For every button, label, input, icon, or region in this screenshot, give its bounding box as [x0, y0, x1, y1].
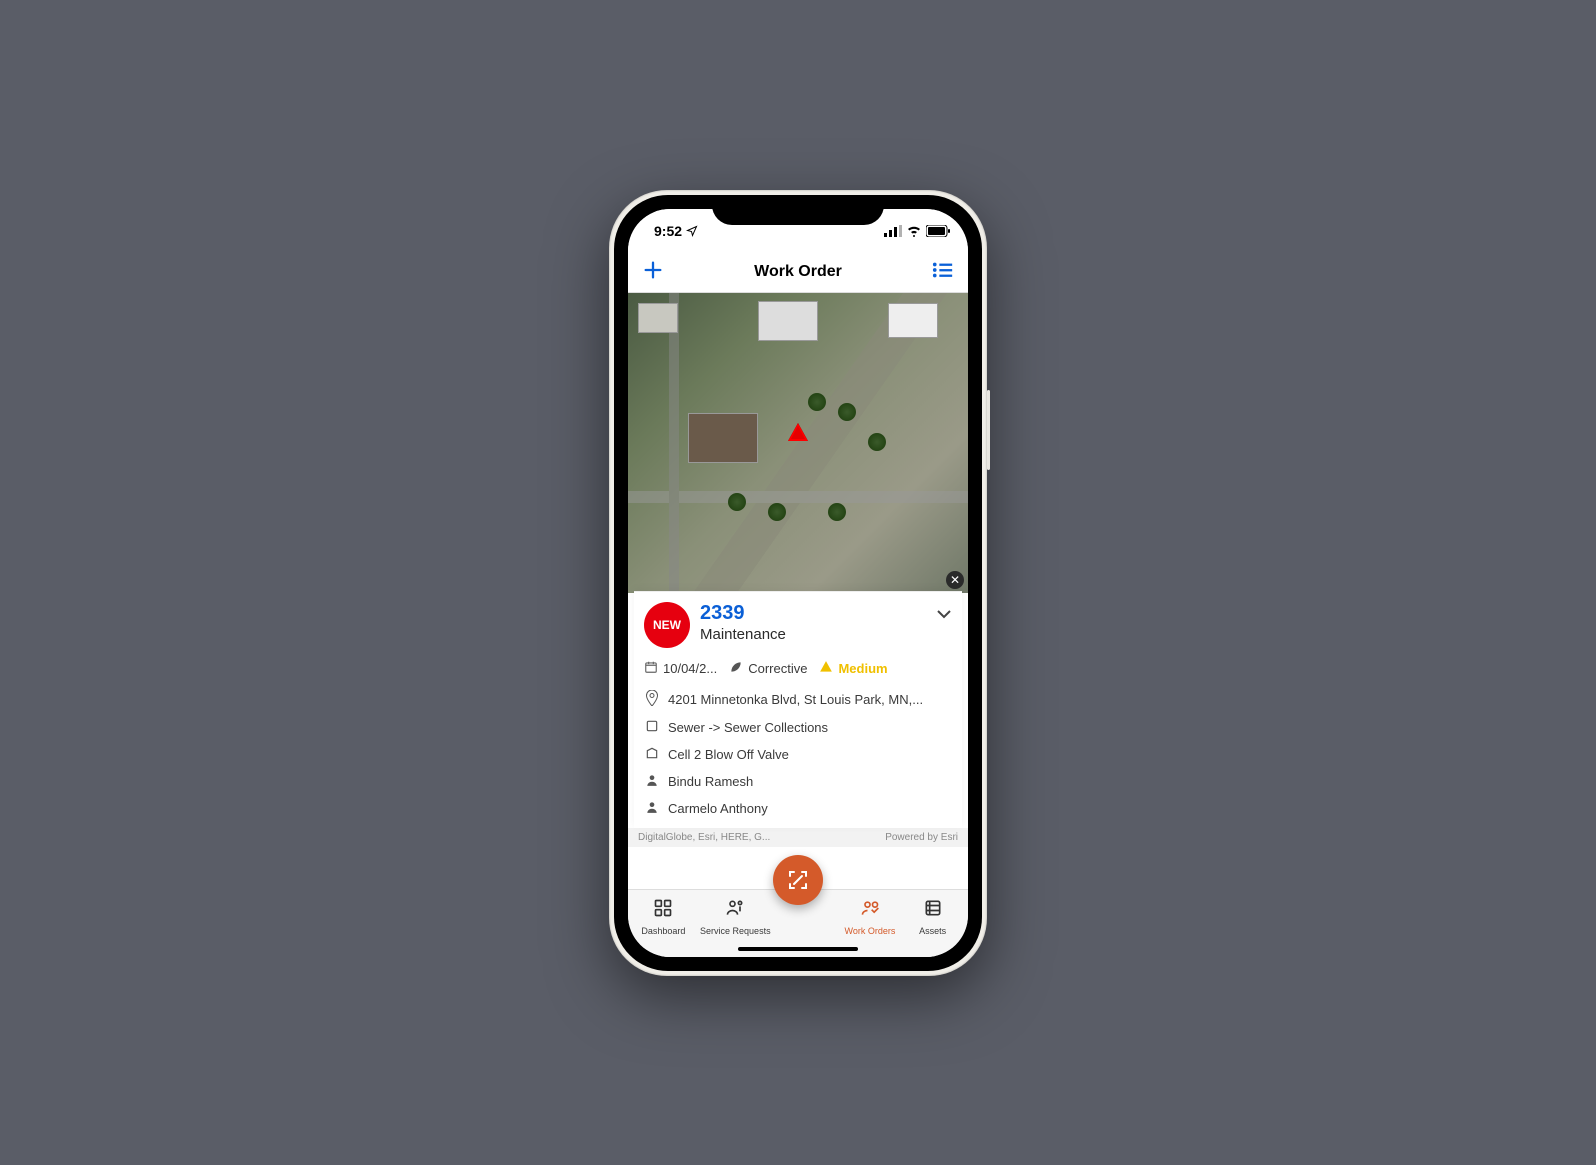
address-row: 4201 Minnetonka Blvd, St Louis Park, MN,… — [644, 685, 952, 714]
list-button[interactable] — [932, 261, 954, 284]
header-bar: Work Order — [628, 253, 968, 293]
scan-fab-button[interactable] — [773, 855, 823, 905]
person1-row: Bindu Ramesh — [644, 768, 952, 795]
person-icon — [644, 800, 660, 817]
calendar-icon — [644, 660, 658, 677]
nav-service-requests[interactable]: Service Requests — [700, 898, 771, 936]
map-building — [888, 303, 938, 338]
assets-icon — [923, 898, 943, 923]
expand-button[interactable] — [936, 602, 952, 624]
work-order-id[interactable]: 2339 — [700, 602, 786, 624]
card-header: NEW 2339 Maintenance — [644, 602, 952, 648]
nav-label: Dashboard — [641, 926, 685, 936]
person-icon — [644, 773, 660, 790]
leaf-icon — [729, 660, 743, 677]
work-order-type: Corrective — [748, 661, 807, 676]
work-order-asset: Cell 2 Blow Off Valve — [668, 747, 789, 762]
work-order-category: Maintenance — [700, 626, 786, 643]
phone-inner: 9:52 — [614, 195, 982, 971]
map-tree — [828, 503, 846, 521]
attribution-left: DigitalGlobe, Esri, HERE, G... — [638, 832, 770, 843]
meta-pill-row: 10/04/2... Corrective Medium — [644, 656, 952, 685]
service-icon — [725, 898, 745, 923]
attribution-right: Powered by Esri — [885, 832, 958, 843]
phone-frame: 9:52 — [609, 190, 987, 976]
path-row: Sewer -> Sewer Collections — [644, 714, 952, 741]
pin-icon — [644, 690, 660, 709]
map-tree — [868, 433, 886, 451]
map-tree — [728, 493, 746, 511]
work-order-card: NEW 2339 Maintenance 10/04/2... — [634, 591, 962, 828]
work-order-path: Sewer -> Sewer Collections — [668, 720, 828, 735]
add-button[interactable] — [642, 259, 664, 286]
page-title: Work Order — [754, 263, 842, 281]
layers-icon — [644, 719, 660, 736]
map-building — [758, 301, 818, 341]
asset-row: Cell 2 Blow Off Valve — [644, 741, 952, 768]
map-view[interactable]: ✕ — [628, 293, 968, 593]
map-building — [638, 303, 678, 333]
status-time: 9:52 — [654, 223, 682, 239]
person2-row: Carmelo Anthony — [644, 795, 952, 822]
warning-icon — [819, 660, 833, 677]
map-tree — [808, 393, 826, 411]
cellular-icon — [884, 225, 902, 237]
map-building — [688, 413, 758, 463]
location-arrow-icon — [686, 225, 698, 237]
nav-label: Work Orders — [845, 926, 896, 936]
work-order-person1: Bindu Ramesh — [668, 774, 753, 789]
dashboard-icon — [653, 898, 673, 923]
wifi-icon — [906, 225, 922, 237]
nav-assets[interactable]: Assets — [907, 898, 959, 936]
close-map-button[interactable]: ✕ — [946, 571, 964, 589]
nav-label: Assets — [919, 926, 946, 936]
notch — [712, 195, 884, 225]
workorders-icon — [860, 898, 880, 923]
map-marker-icon[interactable] — [788, 423, 808, 441]
work-order-date: 10/04/2... — [663, 661, 717, 676]
nav-dashboard[interactable]: Dashboard — [637, 898, 689, 936]
work-order-person2: Carmelo Anthony — [668, 801, 768, 816]
battery-icon — [926, 225, 950, 237]
map-tree — [768, 503, 786, 521]
status-badge: NEW — [644, 602, 690, 648]
map-attribution: DigitalGlobe, Esri, HERE, G... Powered b… — [628, 828, 968, 847]
scan-icon — [786, 868, 810, 892]
work-order-address: 4201 Minnetonka Blvd, St Louis Park, MN,… — [668, 692, 923, 707]
map-tree — [838, 403, 856, 421]
app-screen: 9:52 — [628, 209, 968, 957]
side-button — [987, 390, 990, 470]
home-indicator[interactable] — [738, 947, 858, 951]
asset-icon — [644, 746, 660, 763]
work-order-priority: Medium — [838, 661, 887, 676]
nav-work-orders[interactable]: Work Orders — [844, 898, 896, 936]
nav-label: Service Requests — [700, 926, 771, 936]
